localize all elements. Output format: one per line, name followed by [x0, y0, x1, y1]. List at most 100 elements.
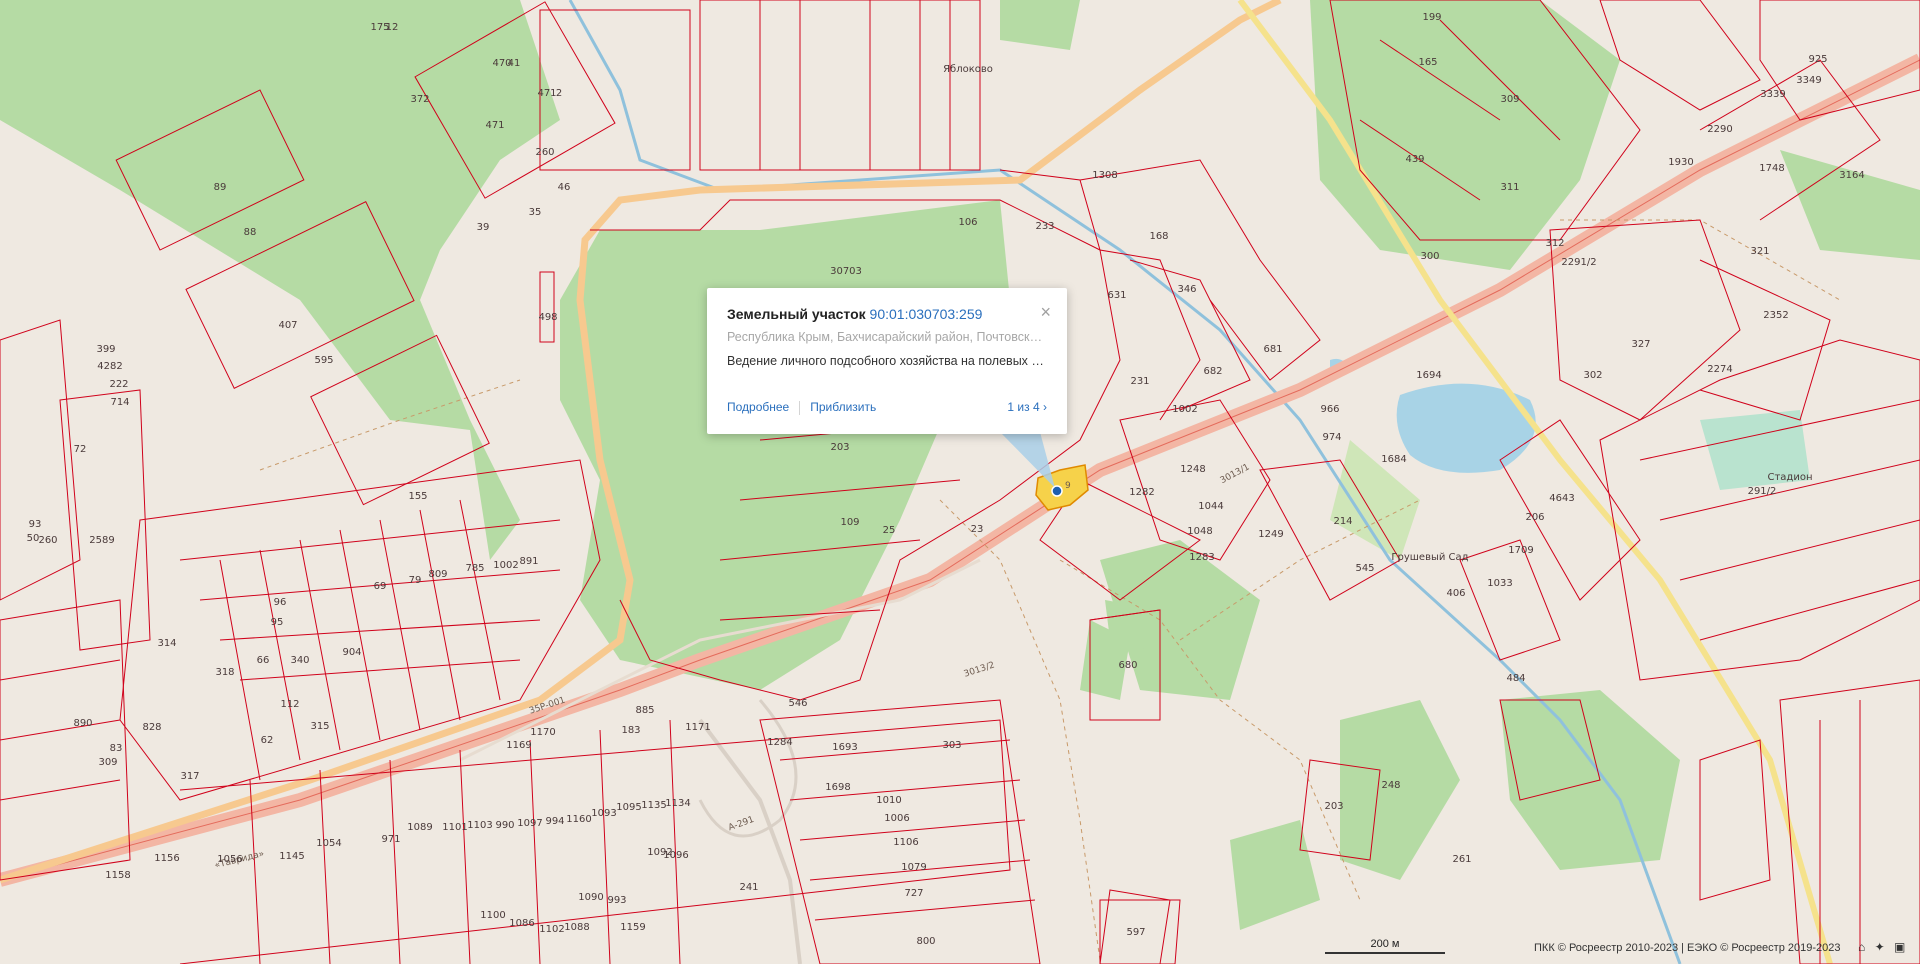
parcel-number: 3339 [1760, 89, 1785, 100]
parcel-number: 314 [157, 638, 176, 649]
parcel-number: 785 [465, 563, 484, 574]
parcel-number: 1010 [876, 795, 901, 806]
parcel-number: 1159 [620, 922, 645, 933]
parcel-number: 1684 [1381, 454, 1406, 465]
parcel-number: 471 [485, 120, 504, 131]
parcel-number: 2 [556, 88, 562, 99]
parcel-number: 971 [381, 834, 400, 845]
parcel-number: 25 [883, 525, 896, 536]
parcel-number: 199 [1422, 12, 1441, 23]
layers-icon[interactable]: ▣ [1894, 940, 1905, 954]
details-link[interactable]: Подробнее [727, 400, 789, 414]
cadastral-map[interactable]: 9 ЯблоковоГрушевый СадСтадион «Таврида»А… [0, 0, 1920, 964]
parcel-number: 2352 [1763, 310, 1788, 321]
parcel-number: 498 [538, 312, 557, 323]
parcel-number: 1096 [663, 850, 688, 861]
scale-bar: 200 м [1325, 938, 1445, 954]
parcel-number: 1283 [1189, 552, 1214, 563]
parcel-number: 1135 [641, 800, 666, 811]
parcel-number: 312 [1545, 238, 1564, 249]
popup-actions: Подробнее Приблизить 1 из 4 › [727, 400, 1047, 416]
parcel-number: 1079 [901, 862, 926, 873]
parcel-number: 260 [38, 535, 57, 546]
parcel-number: 1089 [407, 822, 432, 833]
parcel-number: 155 [408, 491, 427, 502]
parcel-number: 321 [1750, 246, 1769, 257]
parcel-number: 1093 [591, 808, 616, 819]
zoom-link[interactable]: Приблизить [810, 400, 876, 414]
parcel-number: 318 [215, 667, 234, 678]
parcel-number: 30703 [830, 266, 862, 277]
parcel-number: 241 [739, 882, 758, 893]
parcel-number: 302 [1583, 370, 1602, 381]
parcel-number: 340 [290, 655, 309, 666]
parcel-number: 1086 [509, 918, 534, 929]
parcel-number: 23 [971, 524, 984, 535]
parcel-number: 3164 [1839, 170, 1864, 181]
parcel-number: 1054 [316, 838, 341, 849]
parcel-number: 1102 [539, 924, 564, 935]
parcel-number: 1106 [893, 837, 918, 848]
parcel-number: 809 [428, 569, 447, 580]
parcel-number: 309 [98, 757, 117, 768]
parcel-number: 1930 [1668, 157, 1693, 168]
parcel-number: 1033 [1487, 578, 1512, 589]
parcel-number: 681 [1263, 344, 1282, 355]
parcel-number: 2290 [1707, 124, 1732, 135]
parcel-number: 41 [508, 58, 521, 69]
parcel-number: 993 [607, 895, 626, 906]
parcel-number: 631 [1107, 290, 1126, 301]
parcel-number: 83 [110, 743, 123, 754]
parcel-number: 1248 [1180, 464, 1205, 475]
parcel-number: 1056 [217, 854, 242, 865]
parcel-number: 727 [904, 888, 923, 899]
parcel-number: 966 [1320, 404, 1339, 415]
pager-label: 1 из 4 [1007, 400, 1040, 414]
parcel-number: 346 [1177, 284, 1196, 295]
parcel-number: 261 [1452, 854, 1471, 865]
parcel-number: 890 [73, 718, 92, 729]
parcel-number: 372 [410, 94, 429, 105]
scale-label: 200 м [1370, 938, 1400, 950]
parcel-number: 327 [1631, 339, 1650, 350]
parcel-number: 1006 [884, 813, 909, 824]
parcel-number: 682 [1203, 366, 1222, 377]
parcel-number: 88 [244, 227, 257, 238]
parcel-number: 1698 [825, 782, 850, 793]
parcel-number: 885 [635, 705, 654, 716]
parcel-number: 1095 [616, 802, 641, 813]
parcel-number: 1103 [467, 820, 492, 831]
parcel-number: 291/2 [1748, 486, 1777, 497]
parcel-number: 62 [261, 735, 274, 746]
parcel-number: 12 [386, 22, 399, 33]
parcel-number: 4282 [97, 361, 122, 372]
parcel-number: 597 [1126, 927, 1145, 938]
place-label: Яблоково [943, 64, 993, 75]
copyright: ПКК © Росреестр 2010-2023 | ЕЭКО © Росре… [1534, 942, 1841, 954]
parcel-number: 317 [180, 771, 199, 782]
parcel-number: 1249 [1258, 529, 1283, 540]
parcel-number: 2274 [1707, 364, 1732, 375]
parcel-number: 1090 [578, 892, 603, 903]
pager[interactable]: 1 из 4 › [1007, 400, 1047, 414]
parcel-number: 407 [278, 320, 297, 331]
home-icon[interactable]: ⌂ [1858, 940, 1865, 954]
chevron-right-icon[interactable]: › [1043, 400, 1047, 414]
locate-icon[interactable]: ✦ [1875, 940, 1885, 954]
parcel-number: 439 [1405, 154, 1424, 165]
parcel-number: 203 [830, 442, 849, 453]
location-marker-icon[interactable] [1051, 485, 1063, 497]
close-icon[interactable]: × [1040, 302, 1051, 323]
parcel-number: 990 [495, 820, 514, 831]
parcel-number: 595 [314, 355, 333, 366]
parcel-number: 1709 [1508, 545, 1533, 556]
parcel-number: 484 [1506, 673, 1525, 684]
parcel-number: 828 [142, 722, 161, 733]
parcel-number: 1282 [1129, 487, 1154, 498]
parcel-number: 406 [1446, 588, 1465, 599]
parcel-number: 309 [1500, 94, 1519, 105]
parcel-number: 1170 [530, 727, 555, 738]
parcel-number: 206 [1525, 512, 1544, 523]
cadastral-number-link[interactable]: 90:01:030703:259 [870, 306, 983, 322]
divider [799, 400, 801, 415]
